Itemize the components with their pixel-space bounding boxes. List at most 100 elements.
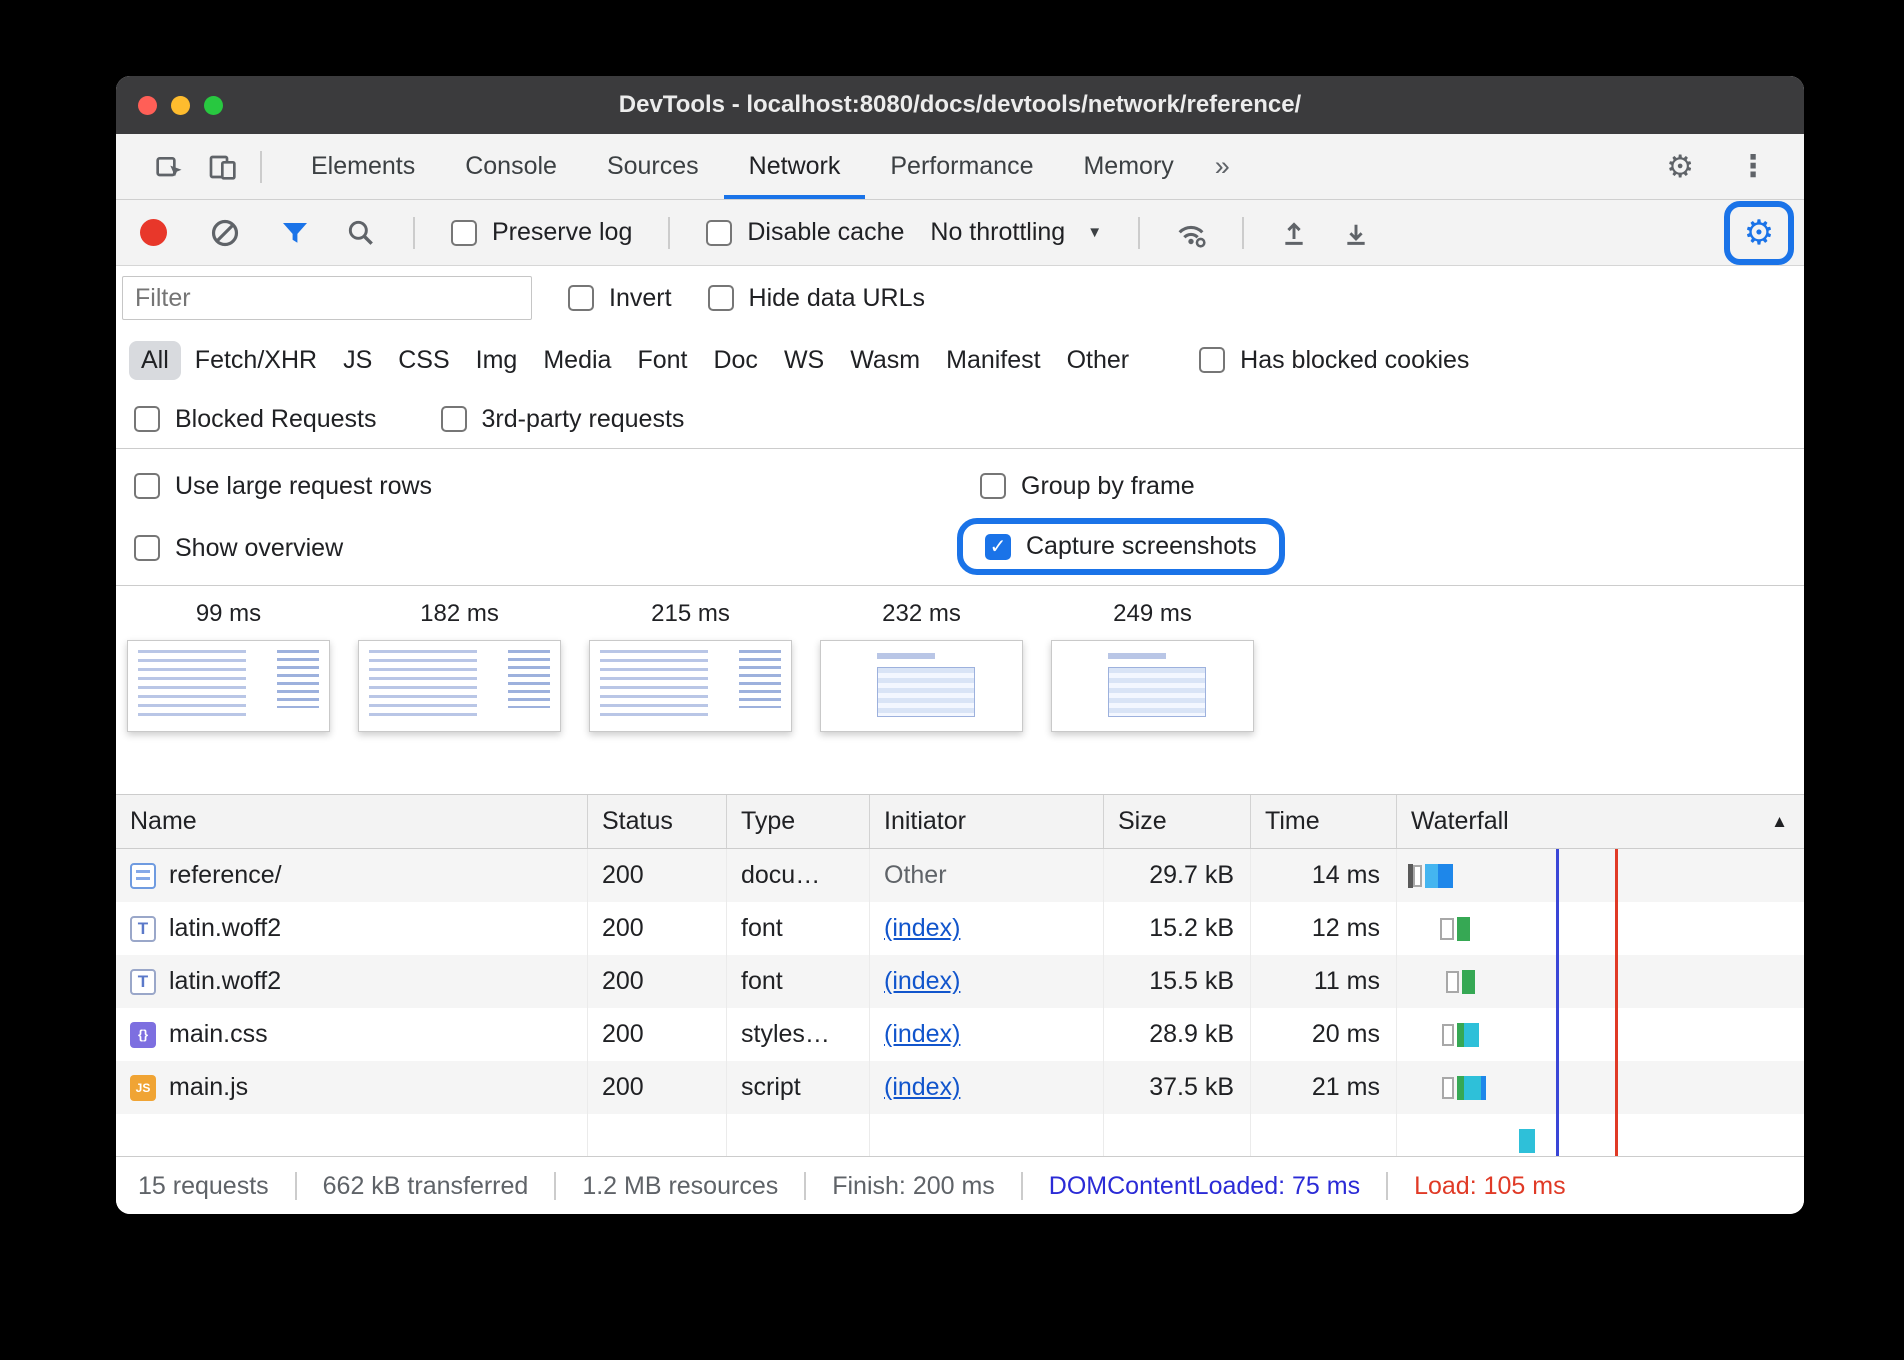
network-settings-gear-icon[interactable]: ⚙ bbox=[1744, 216, 1774, 250]
invert-checkbox[interactable] bbox=[568, 285, 594, 311]
tab-performance[interactable]: Performance bbox=[865, 134, 1058, 199]
inspect-element-icon[interactable] bbox=[142, 134, 196, 199]
request-type: styles… bbox=[727, 1008, 870, 1061]
hide-data-urls-toggle[interactable]: Hide data URLs bbox=[708, 284, 925, 313]
third-party-requests-toggle[interactable]: 3rd-party requests bbox=[441, 405, 685, 434]
search-icon[interactable] bbox=[345, 217, 377, 249]
divider bbox=[804, 1172, 806, 1200]
filmstrip-frame[interactable]: 249 ms bbox=[1051, 600, 1254, 732]
request-time: 12 ms bbox=[1251, 902, 1397, 955]
filter-icon[interactable] bbox=[279, 217, 311, 249]
filter-input[interactable] bbox=[122, 276, 532, 320]
device-toolbar-icon[interactable] bbox=[196, 134, 250, 199]
panel-tabs: Elements Console Sources Network Perform… bbox=[286, 134, 1246, 199]
type-filter-js[interactable]: JS bbox=[331, 341, 384, 380]
use-large-request-rows-checkbox[interactable] bbox=[134, 473, 160, 499]
type-filter-ws[interactable]: WS bbox=[772, 341, 836, 380]
show-overview-checkbox[interactable] bbox=[134, 535, 160, 561]
tab-memory[interactable]: Memory bbox=[1058, 134, 1198, 199]
type-filter-all[interactable]: All bbox=[129, 341, 181, 380]
request-time: 21 ms bbox=[1251, 1061, 1397, 1114]
throttling-select[interactable]: No throttling ▼ bbox=[930, 218, 1102, 247]
filmstrip-frame[interactable]: 215 ms bbox=[589, 600, 792, 732]
type-filter-doc[interactable]: Doc bbox=[701, 341, 769, 380]
invert-toggle[interactable]: Invert bbox=[568, 284, 672, 313]
screenshot-thumbnail[interactable] bbox=[1051, 640, 1254, 732]
initiator-link[interactable]: (index) bbox=[884, 967, 960, 996]
tab-sources[interactable]: Sources bbox=[582, 134, 724, 199]
type-filter-manifest[interactable]: Manifest bbox=[934, 341, 1052, 380]
network-conditions-icon[interactable] bbox=[1174, 216, 1208, 250]
column-header-time[interactable]: Time bbox=[1251, 795, 1397, 848]
type-filter-wasm[interactable]: Wasm bbox=[838, 341, 932, 380]
initiator-link[interactable]: (index) bbox=[884, 1020, 960, 1049]
initiator-link[interactable]: (index) bbox=[884, 914, 960, 943]
type-filter-font[interactable]: Font bbox=[625, 341, 699, 380]
minimize-button[interactable] bbox=[171, 96, 190, 115]
resource-type-filter-bar: All Fetch/XHR JS CSS Img Media Font Doc … bbox=[116, 330, 1804, 390]
third-party-requests-checkbox[interactable] bbox=[441, 406, 467, 432]
import-har-icon[interactable] bbox=[1278, 217, 1310, 249]
chevron-down-icon: ▼ bbox=[1087, 224, 1102, 241]
screenshot-thumbnail[interactable] bbox=[589, 640, 792, 732]
screenshot-thumbnail[interactable] bbox=[358, 640, 561, 732]
filmstrip-frame[interactable]: 182 ms bbox=[358, 600, 561, 732]
network-toolbar: Preserve log Disable cache No throttling… bbox=[116, 200, 1804, 266]
divider bbox=[1242, 217, 1244, 249]
devtools-settings-gear-icon[interactable]: ⚙ bbox=[1666, 151, 1694, 182]
tab-bar-actions: ⚙ ⋮ bbox=[1666, 134, 1804, 199]
screenshot-thumbnail[interactable] bbox=[127, 640, 330, 732]
table-row[interactable]: latin.woff2 200 font (index) 15.2 kB 12 … bbox=[116, 902, 1804, 955]
more-tabs-icon[interactable]: » bbox=[1199, 134, 1246, 199]
capture-screenshots-checkbox[interactable]: ✓ bbox=[985, 534, 1011, 560]
clear-network-log-icon[interactable] bbox=[209, 217, 241, 249]
tab-network[interactable]: Network bbox=[724, 134, 866, 199]
type-filter-media[interactable]: Media bbox=[531, 341, 623, 380]
blocked-requests-checkbox[interactable] bbox=[134, 406, 160, 432]
has-blocked-cookies-checkbox[interactable] bbox=[1199, 347, 1225, 373]
tab-elements[interactable]: Elements bbox=[286, 134, 440, 199]
tab-console[interactable]: Console bbox=[440, 134, 582, 199]
disable-cache-toggle[interactable]: Disable cache bbox=[706, 218, 904, 247]
screenshot-thumbnail[interactable] bbox=[820, 640, 1023, 732]
type-filter-css[interactable]: CSS bbox=[386, 341, 461, 380]
initiator-link[interactable]: (index) bbox=[884, 1073, 960, 1102]
column-header-status[interactable]: Status bbox=[588, 795, 727, 848]
type-filter-img[interactable]: Img bbox=[464, 341, 530, 380]
use-large-request-rows-toggle[interactable]: Use large request rows bbox=[134, 472, 432, 501]
table-row[interactable]: main.js 200 script (index) 37.5 kB 21 ms bbox=[116, 1061, 1804, 1114]
request-type: docu… bbox=[727, 849, 870, 902]
type-filter-fetch-xhr[interactable]: Fetch/XHR bbox=[183, 341, 329, 380]
maximize-button[interactable] bbox=[204, 96, 223, 115]
preserve-log-checkbox[interactable] bbox=[451, 220, 477, 246]
show-overview-toggle[interactable]: Show overview bbox=[134, 534, 343, 563]
column-header-waterfall[interactable]: Waterfall ▲ bbox=[1397, 795, 1804, 848]
group-by-frame-checkbox[interactable] bbox=[980, 473, 1006, 499]
table-row-partial[interactable] bbox=[116, 1114, 1804, 1156]
column-header-initiator[interactable]: Initiator bbox=[870, 795, 1104, 848]
close-button[interactable] bbox=[138, 96, 157, 115]
record-network-log-button[interactable] bbox=[140, 219, 167, 246]
group-by-frame-toggle[interactable]: Group by frame bbox=[980, 472, 1195, 501]
column-header-size[interactable]: Size bbox=[1104, 795, 1251, 848]
preserve-log-toggle[interactable]: Preserve log bbox=[451, 218, 632, 247]
type-filter-other[interactable]: Other bbox=[1055, 341, 1142, 380]
more-options-icon[interactable]: ⋮ bbox=[1738, 152, 1768, 182]
table-row[interactable]: main.css 200 styles… (index) 28.9 kB 20 … bbox=[116, 1008, 1804, 1061]
disable-cache-checkbox[interactable] bbox=[706, 220, 732, 246]
filmstrip-frame[interactable]: 99 ms bbox=[127, 600, 330, 732]
request-status: 200 bbox=[588, 1061, 727, 1114]
hide-data-urls-label: Hide data URLs bbox=[749, 284, 925, 313]
table-row[interactable]: reference/ 200 docu… Other 29.7 kB 14 ms bbox=[116, 849, 1804, 902]
request-status: 200 bbox=[588, 902, 727, 955]
export-har-icon[interactable] bbox=[1340, 217, 1372, 249]
column-header-name[interactable]: Name bbox=[116, 795, 588, 848]
blocked-requests-toggle[interactable]: Blocked Requests bbox=[134, 405, 377, 434]
column-header-type[interactable]: Type bbox=[727, 795, 870, 848]
filmstrip-frame[interactable]: 232 ms bbox=[820, 600, 1023, 732]
has-blocked-cookies-toggle[interactable]: Has blocked cookies bbox=[1199, 346, 1469, 375]
table-row[interactable]: latin.woff2 200 font (index) 15.5 kB 11 … bbox=[116, 955, 1804, 1008]
divider bbox=[668, 217, 670, 249]
hide-data-urls-checkbox[interactable] bbox=[708, 285, 734, 311]
request-initiator: Other bbox=[870, 849, 1104, 902]
